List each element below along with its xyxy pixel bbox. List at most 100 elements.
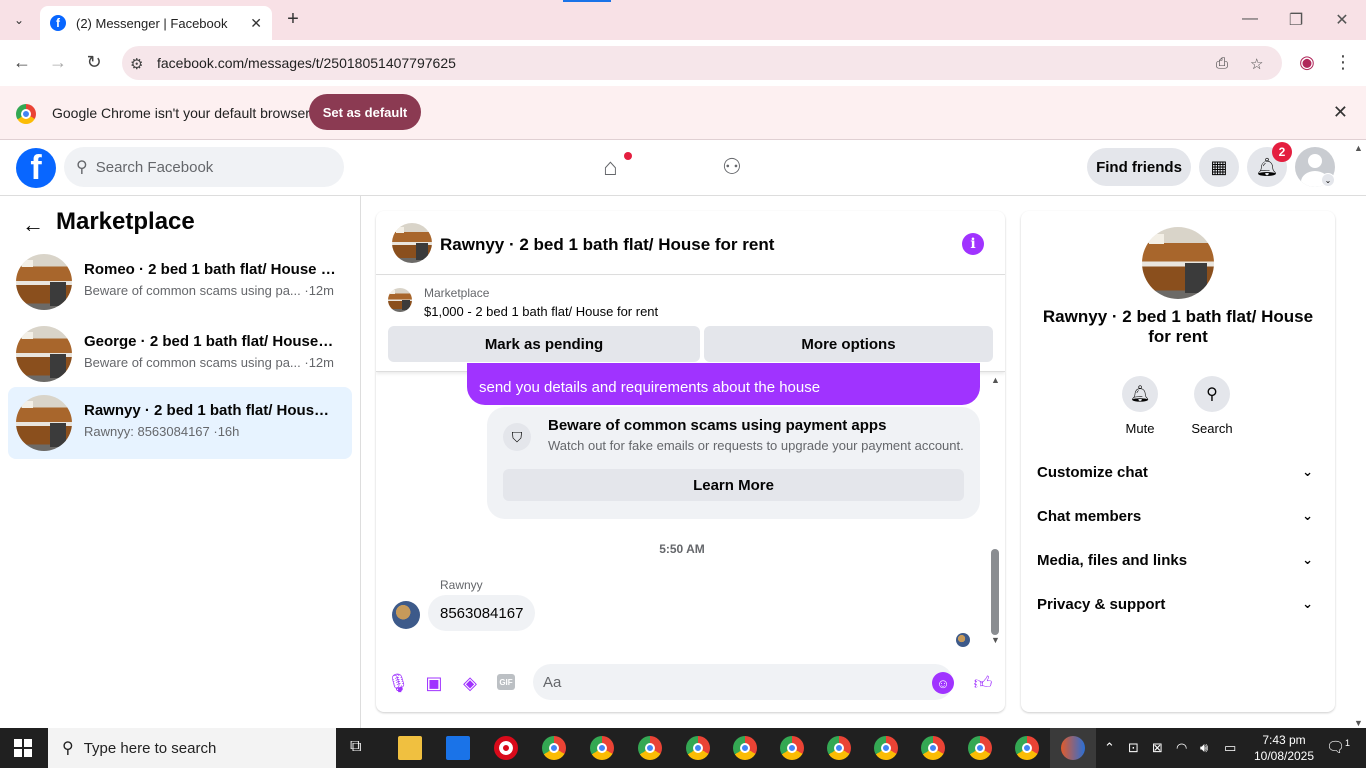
message-input[interactable] (533, 664, 953, 700)
chrome-profile-icon[interactable] (921, 736, 945, 760)
chat-thumbnail[interactable] (392, 223, 432, 263)
mute-action[interactable]: 🔔︎ Mute (1110, 376, 1170, 436)
chrome-profile-icon[interactable] (733, 736, 757, 760)
network-icon[interactable]: ◠ (1176, 740, 1187, 756)
search-icon: ⚲ (76, 159, 88, 176)
mail-icon[interactable] (446, 736, 470, 760)
section-label: Privacy & support (1037, 596, 1166, 613)
reload-icon[interactable]: ↻ (83, 52, 105, 73)
chrome-icon[interactable] (542, 736, 566, 760)
site-info-icon[interactable]: ⚙ (130, 55, 143, 73)
sender-avatar[interactable] (392, 601, 420, 629)
more-options-button[interactable]: More options (704, 326, 993, 362)
scroll-down-arrow-icon[interactable]: ▼ (1354, 718, 1363, 728)
photo-gallery-icon[interactable]: ▣ (423, 672, 445, 694)
scroll-thumb[interactable] (991, 549, 999, 635)
address-bar[interactable]: ⚙ facebook.com/messages/t/25018051407797… (122, 46, 1282, 80)
search-icon: ⚲ (62, 740, 74, 757)
scroll-down-arrow-icon[interactable]: ▼ (991, 635, 1000, 645)
taskbar-clock[interactable]: 7:43 pm 10/08/2025 (1252, 732, 1316, 764)
info-icon[interactable]: i (962, 233, 984, 255)
chrome-profile-icon[interactable] (638, 736, 662, 760)
chrome-profile-icon[interactable] (1015, 736, 1039, 760)
outgoing-message: send you details and requirements about … (467, 363, 980, 405)
menu-kebab-icon[interactable]: ⋮ (1332, 52, 1354, 73)
set-default-button[interactable]: Set as default (309, 94, 421, 130)
tab-title: (2) Messenger | Facebook (76, 15, 228, 31)
facebook-search[interactable]: ⚲ Search Facebook (64, 147, 344, 187)
listing-price-title[interactable]: $1,000 - 2 bed 1 bath flat/ House for re… (424, 304, 658, 319)
opera-icon[interactable] (494, 736, 518, 760)
browser-tab[interactable]: f (2) Messenger | Facebook ✕ (40, 6, 272, 40)
section-customize-chat[interactable]: Customize chat ⌄ (1037, 464, 1319, 488)
back-arrow-icon[interactable]: ← (11, 52, 33, 73)
scam-description: Watch out for fake emails or requests to… (548, 438, 964, 453)
chevron-up-icon[interactable]: ⌃ (1104, 740, 1115, 756)
thumbs-up-icon[interactable]: 👍︎ (972, 672, 994, 694)
windows-start-icon[interactable] (14, 739, 32, 757)
chrome-profile-icon[interactable] (780, 736, 804, 760)
chrome-profile-icon[interactable] (874, 736, 898, 760)
emoji-icon[interactable]: ☺ (932, 672, 954, 694)
account-chevron-down-icon[interactable]: ⌄ (1321, 173, 1335, 187)
taskbar-search[interactable]: ⚲ Type here to search (48, 728, 336, 768)
facebook-logo-icon[interactable]: f (16, 148, 56, 188)
gif-icon[interactable]: GIF (497, 674, 515, 690)
chat-scrollbar[interactable]: ▲ ▼ (989, 373, 1003, 653)
clock-time: 7:43 pm (1262, 733, 1306, 747)
mark-pending-button[interactable]: Mark as pending (388, 326, 700, 362)
active-taskbar-app[interactable] (1050, 728, 1096, 768)
chat-profile-thumbnail[interactable] (1142, 227, 1214, 299)
install-app-icon[interactable]: ⎙ (1216, 55, 1228, 72)
chrome-profile-icon[interactable] (686, 736, 710, 760)
chevron-down-icon: ⌄ (1302, 596, 1313, 611)
file-explorer-icon[interactable] (398, 736, 422, 760)
bookmark-star-icon[interactable]: ☆ (1250, 55, 1263, 73)
menu-grid-icon[interactable]: ▦ (1199, 147, 1239, 187)
section-chat-members[interactable]: Chat members ⌄ (1037, 508, 1319, 532)
back-arrow-icon[interactable]: ← (22, 212, 44, 238)
home-icon[interactable]: ⌂ (603, 154, 618, 182)
microphone-icon[interactable]: 🎙︎ (387, 672, 410, 694)
search-placeholder: Search Facebook (95, 158, 214, 176)
chrome-profile-icon[interactable] (827, 736, 851, 760)
close-window-icon[interactable]: ✕ (1332, 10, 1352, 30)
page-scrollbar[interactable]: ▲ ▼ (1352, 143, 1366, 728)
tab-search-chevron-icon[interactable]: ⌄ (6, 8, 32, 32)
volume-icon[interactable]: 🔊︎ (1200, 740, 1208, 756)
scroll-up-arrow-icon[interactable]: ▲ (1354, 143, 1363, 153)
conversation-name: Romeo · 2 bed 1 bath flat/ House f... (84, 261, 336, 278)
conversation-item-active[interactable]: Rawnyy · 2 bed 1 bath flat/ House ... Ra… (8, 387, 352, 459)
listing-thumbnail[interactable] (388, 288, 412, 312)
chrome-profile-icon[interactable] (968, 736, 992, 760)
search-action[interactable]: ⚲ Search (1182, 376, 1242, 436)
find-friends-button[interactable]: Find friends (1087, 148, 1191, 186)
tab-close-icon[interactable]: ✕ (250, 15, 262, 32)
chrome-profile-icon[interactable] (590, 736, 614, 760)
battery-icon[interactable]: ▭ (1224, 740, 1236, 756)
seen-receipt-avatar (956, 633, 970, 647)
chat-title[interactable]: Rawnyy · 2 bed 1 bath flat/ House for re… (440, 235, 774, 255)
conversation-item[interactable]: Romeo · 2 bed 1 bath flat/ House f... Be… (8, 246, 352, 318)
sticker-icon[interactable]: ◈ (459, 672, 481, 694)
learn-more-button[interactable]: Learn More (503, 469, 964, 501)
new-tab-plus-icon[interactable]: + (282, 8, 304, 31)
security-icon[interactable]: ⊠ (1152, 740, 1163, 756)
minimize-icon[interactable]: — (1240, 10, 1260, 28)
infobar-close-icon[interactable]: ✕ (1333, 102, 1348, 123)
notification-center-icon[interactable]: 🗨︎1 (1326, 738, 1350, 756)
search-icon[interactable]: ⚲ (1194, 376, 1230, 412)
webcam-icon[interactable]: ⊡ (1128, 740, 1139, 756)
friends-icon[interactable]: ⚇ (722, 154, 742, 180)
bell-icon[interactable]: 🔔︎ (1122, 376, 1158, 412)
restore-icon[interactable]: ❐ (1286, 10, 1306, 30)
scroll-up-arrow-icon[interactable]: ▲ (991, 375, 1000, 385)
message-list: send you details and requirements about … (376, 363, 1005, 653)
chevron-down-icon: ⌄ (1302, 464, 1313, 479)
section-media-files-links[interactable]: Media, files and links ⌄ (1037, 552, 1319, 576)
section-privacy-support[interactable]: Privacy & support ⌄ (1037, 596, 1319, 620)
profile-icon[interactable]: ◉ (1296, 52, 1318, 73)
conversation-item[interactable]: George · 2 bed 1 bath flat/ House f... B… (8, 318, 352, 390)
forward-arrow-icon[interactable]: → (47, 52, 69, 73)
task-view-icon[interactable]: ⧉ (350, 738, 361, 756)
